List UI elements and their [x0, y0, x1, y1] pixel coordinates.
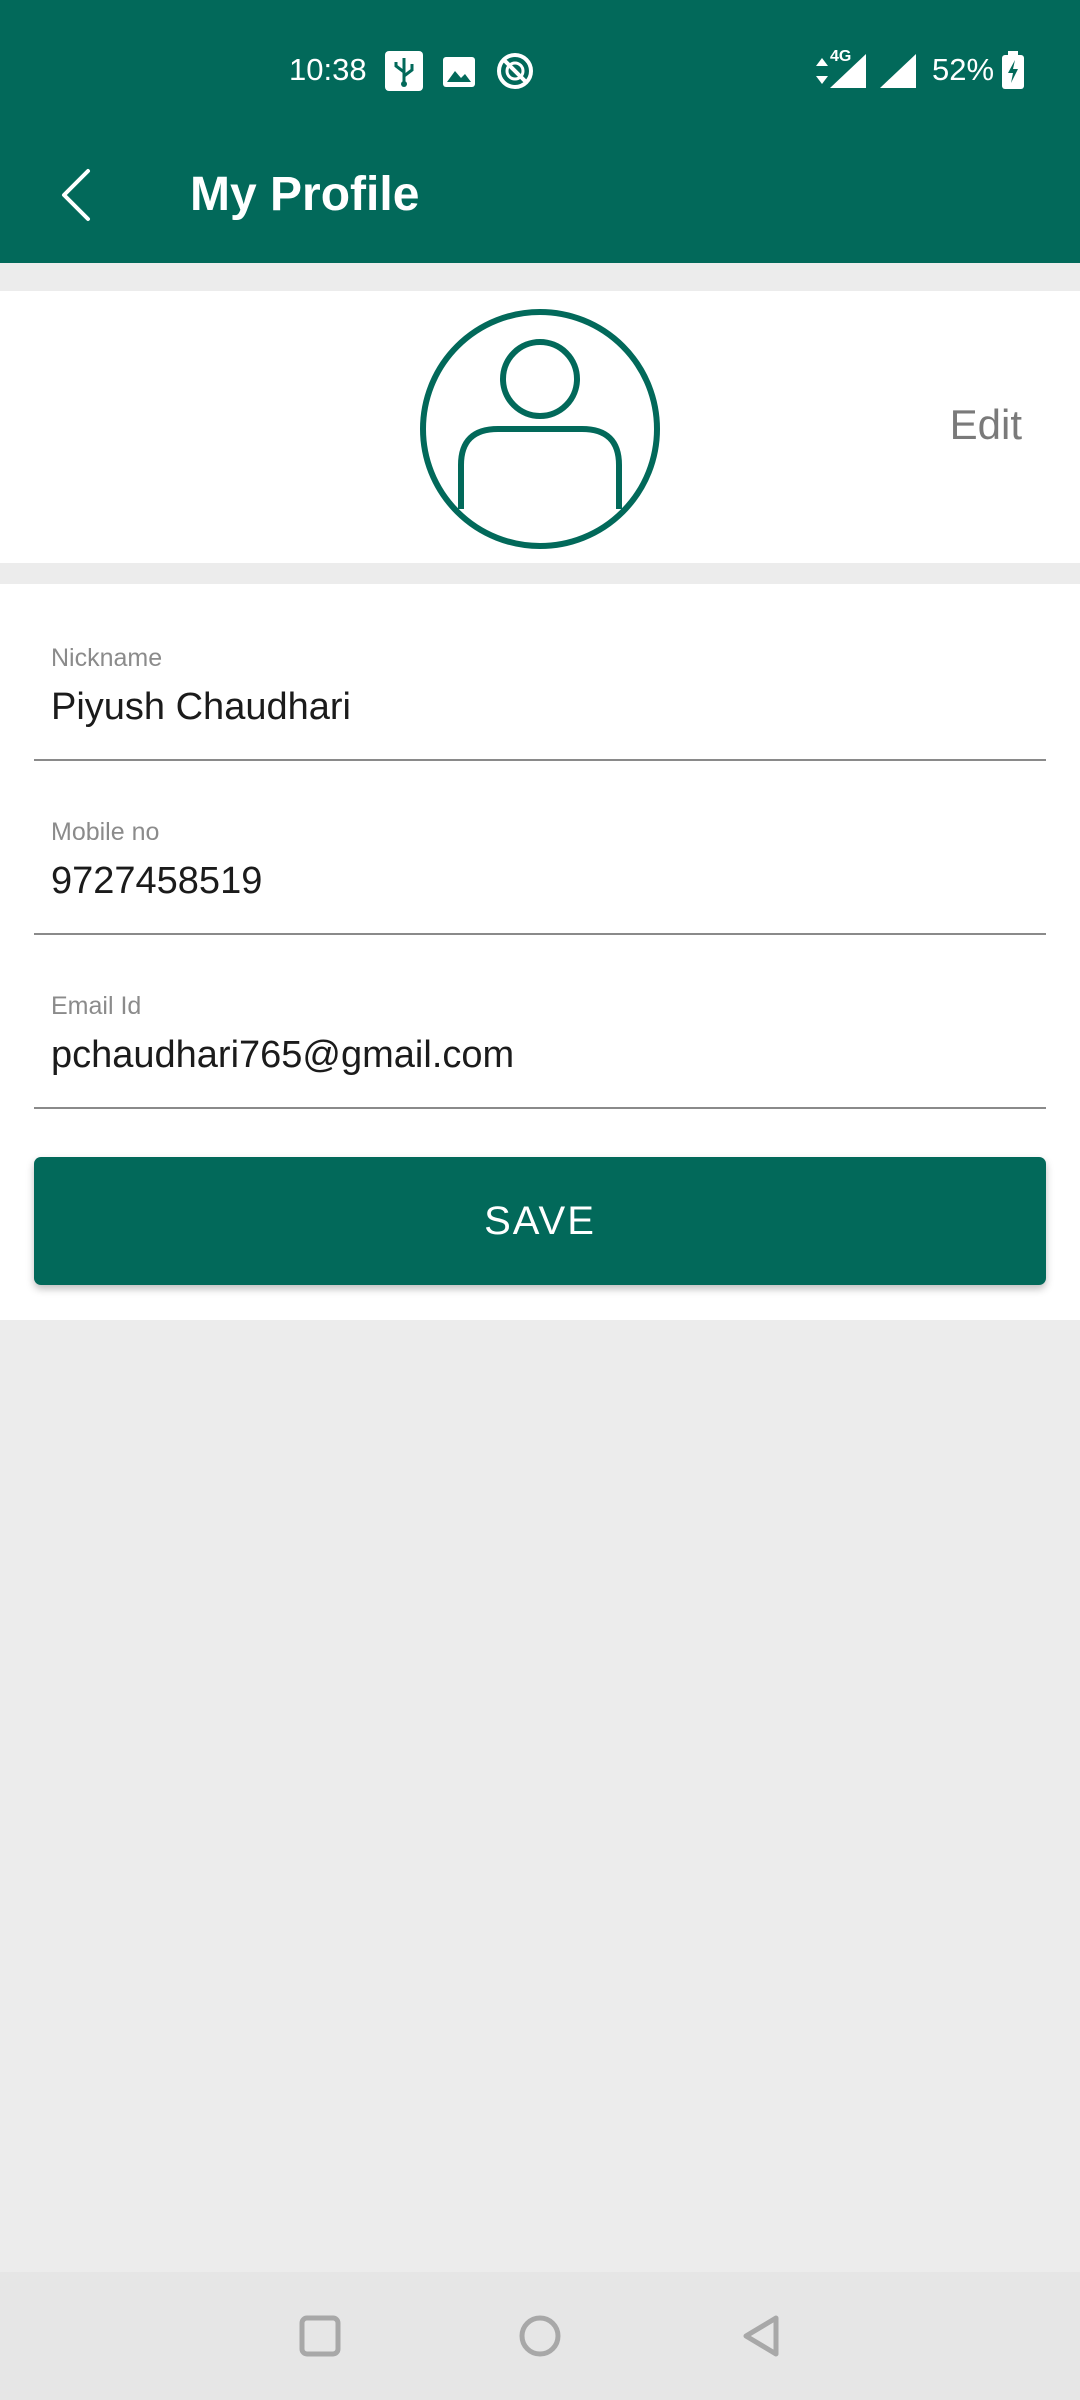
status-time: 10:38 — [289, 52, 367, 87]
nickname-label: Nickname — [51, 644, 163, 672]
chevron-left-icon — [62, 169, 90, 221]
user-avatar-icon[interactable] — [418, 307, 662, 551]
back-icon[interactable] — [732, 2306, 792, 2366]
usb-icon — [384, 50, 424, 97]
signal-icon-secondary — [876, 52, 918, 95]
home-icon[interactable] — [510, 2306, 570, 2366]
mobile-input[interactable]: 9727458519 — [51, 856, 262, 906]
image-icon — [442, 56, 476, 93]
header-block: 10:38 4G 52% My Profile — [0, 0, 1080, 263]
recents-icon[interactable] — [290, 2306, 350, 2366]
system-nav-bar — [0, 2272, 1080, 2400]
back-button[interactable] — [40, 155, 110, 235]
nickname-input[interactable]: Piyush Chaudhari — [51, 682, 351, 732]
mobile-label: Mobile no — [51, 818, 160, 846]
dnd-icon — [496, 52, 534, 95]
battery-charging-icon — [1000, 50, 1026, 95]
signal-icon — [826, 52, 868, 95]
email-label: Email Id — [51, 992, 142, 1020]
email-input[interactable]: pchaudhari765@gmail.com — [51, 1030, 514, 1080]
app-bar: My Profile — [0, 130, 1080, 263]
battery-percent: 52% — [932, 52, 995, 87]
mobile-field[interactable]: Mobile no 9727458519 — [34, 758, 1046, 935]
save-button[interactable]: SAVE — [34, 1157, 1046, 1285]
profile-form: Nickname Piyush Chaudhari Mobile no 9727… — [0, 584, 1080, 1320]
nickname-field[interactable]: Nickname Piyush Chaudhari — [34, 584, 1046, 761]
email-field[interactable]: Email Id pchaudhari765@gmail.com — [34, 932, 1046, 1109]
status-bar: 10:38 4G 52% — [0, 0, 1080, 130]
page-title: My Profile — [190, 168, 420, 221]
avatar-section: Edit — [0, 291, 1080, 563]
app-root: 10:38 4G 52% My Profile Edit Nickname Pi… — [0, 0, 1080, 2400]
edit-profile-button[interactable]: Edit — [950, 395, 1022, 455]
